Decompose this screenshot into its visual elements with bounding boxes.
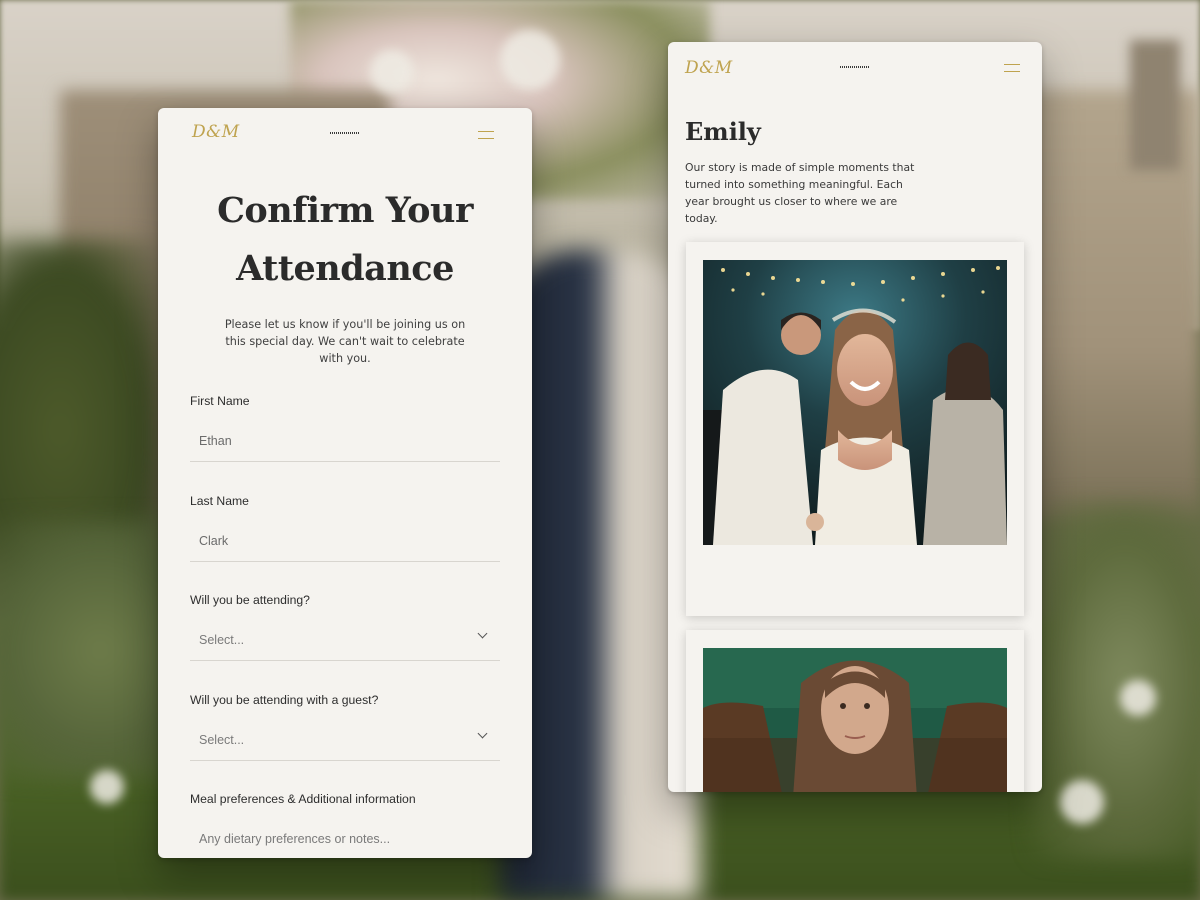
title-line-2: Attendance [236, 248, 454, 289]
rsvp-screen: D&M Confirm Your Attendance Please let u… [158, 108, 532, 858]
guest-label: Will you be attending with a guest? [190, 693, 379, 707]
first-name-value: Ethan [199, 434, 232, 448]
meal-field: Meal preferences & Additional informatio… [190, 792, 500, 858]
logo[interactable]: D&M [192, 122, 240, 142]
last-name-value: Clark [199, 534, 229, 548]
party-photo [703, 260, 1007, 545]
guest-select[interactable]: Select... [190, 727, 500, 761]
last-name-label: Last Name [190, 494, 249, 508]
story-text: Our story is made of simple moments that… [685, 161, 915, 225]
title-line-1: Confirm Your [217, 190, 473, 231]
top-nav: D&M [668, 42, 1042, 96]
guest-placeholder: Select... [199, 733, 245, 747]
chevron-down-icon [477, 628, 488, 639]
top-nav: D&M [158, 108, 532, 162]
portrait-photo [703, 648, 1007, 792]
logo[interactable]: D&M [685, 58, 733, 78]
photo-card [686, 630, 1024, 792]
last-name-input[interactable]: Clark [190, 528, 500, 562]
meal-placeholder: Any dietary preferences or notes... [199, 832, 391, 846]
page-indicator [330, 132, 360, 134]
first-name-label: First Name [190, 394, 250, 408]
page-title: Confirm Your Attendance [158, 182, 532, 298]
story-name: Emily [685, 117, 761, 146]
attending-placeholder: Select... [199, 633, 245, 647]
chevron-down-icon [477, 728, 488, 739]
guest-field: Will you be attending with a guest? Sele… [190, 693, 500, 761]
first-name-field: First Name Ethan [190, 394, 500, 462]
meal-textarea[interactable]: Any dietary preferences or notes... [190, 826, 500, 858]
hamburger-icon[interactable] [478, 131, 494, 139]
hamburger-icon[interactable] [1004, 64, 1020, 72]
first-name-input[interactable]: Ethan [190, 428, 500, 462]
intro-text: Please let us know if you'll be joining … [224, 318, 466, 365]
attending-field: Will you be attending? Select... [190, 593, 500, 661]
page-indicator [840, 66, 870, 68]
story-screen: D&M Emily Our story is made of simple mo… [668, 42, 1042, 792]
photo-card [686, 242, 1024, 616]
attending-label: Will you be attending? [190, 593, 310, 607]
meal-label: Meal preferences & Additional informatio… [190, 792, 416, 806]
attending-select[interactable]: Select... [190, 627, 500, 661]
last-name-field: Last Name Clark [190, 494, 500, 562]
